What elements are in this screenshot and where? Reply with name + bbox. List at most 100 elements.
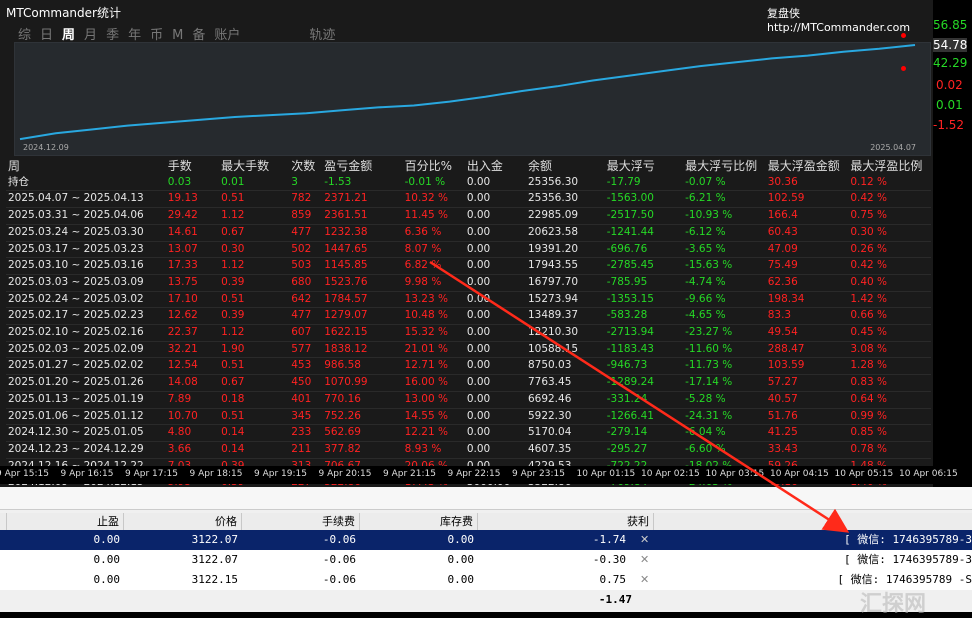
- stats-cell: 0.14: [219, 441, 290, 459]
- col-swap[interactable]: 库存费: [360, 513, 478, 530]
- time-tick: 10 Apr 04:15: [770, 469, 829, 479]
- stats-header[interactable]: 周: [6, 159, 166, 175]
- stats-header[interactable]: 百分比%: [403, 159, 465, 175]
- week-row[interactable]: 2025.02.03 ~ 2025.02.09 32.21 1.90 577 1838.…: [6, 341, 931, 359]
- stats-cell: 持仓: [6, 174, 166, 192]
- stats-header[interactable]: 手数: [166, 159, 219, 175]
- stats-header[interactable]: 最大浮亏: [605, 159, 683, 175]
- close-position-icon[interactable]: ✕: [640, 553, 649, 566]
- stats-cell: 12.62: [165, 307, 220, 326]
- tab-2[interactable]: 周: [62, 24, 75, 43]
- stats-cell: -11.73 %: [683, 357, 766, 376]
- stats-cell: 0.00: [464, 174, 526, 192]
- tab-1[interactable]: 日: [40, 24, 53, 43]
- equity-line: [19, 44, 916, 141]
- stats-cell: 1784.57: [322, 291, 403, 309]
- stats-cell: 0.85 %: [848, 424, 931, 442]
- position-cell: 3122.15: [191, 573, 238, 586]
- week-row[interactable]: 2025.01.20 ~ 2025.01.26 14.08 0.67 450 1070.…: [6, 374, 931, 392]
- week-row[interactable]: 2025.04.07 ~ 2025.04.13 19.13 0.51 782 2371.…: [6, 190, 931, 209]
- position-cell: 3122.07: [191, 553, 238, 566]
- stats-cell: 57.27: [765, 374, 849, 392]
- stats-cell: -6.60 %: [683, 441, 766, 459]
- col-fee[interactable]: 手续费: [242, 513, 360, 530]
- stats-cell: -946.73: [604, 357, 684, 376]
- position-row[interactable]: 0.00 3122.15 -0.06 0.00 0.75 ✕ [ 微信: 174639578…: [0, 570, 972, 591]
- stats-cell: 680: [289, 274, 323, 292]
- stats-cell: 450: [289, 374, 323, 392]
- stats-cell: 29.42: [165, 207, 220, 225]
- time-tick: 9 Apr 19:15: [254, 469, 307, 479]
- time-tick: 9 Apr 23:15: [512, 469, 565, 479]
- tab-8[interactable]: 备: [192, 24, 205, 43]
- tab-5[interactable]: 年: [128, 24, 141, 43]
- position-row[interactable]: 0.00 3122.07 -0.06 0.00 -0.30 ✕ [ 微信: 17463957…: [0, 550, 972, 571]
- stats-cell: -4.74 %: [683, 274, 766, 292]
- comment-cell: [ 微信: 1746395789-3: [844, 533, 972, 546]
- stats-header[interactable]: 出入金: [465, 159, 526, 175]
- col-profit[interactable]: 获利: [478, 513, 654, 530]
- stats-header[interactable]: 最大浮盈金额: [766, 159, 849, 175]
- week-row[interactable]: 2025.01.06 ~ 2025.01.12 10.70 0.51 345 752.2…: [6, 408, 931, 426]
- stats-cell: 6.82 %: [402, 257, 465, 275]
- stats-cell: -5.28 %: [683, 391, 766, 409]
- tab-6[interactable]: 币: [150, 24, 163, 43]
- tab-0[interactable]: 综: [18, 24, 31, 43]
- week-row[interactable]: 2025.01.13 ~ 2025.01.19 7.89 0.18 401 770.16…: [6, 391, 931, 409]
- comment-cell: [ 微信: 1746395789 -S: [837, 573, 972, 586]
- week-row[interactable]: 2025.03.31 ~ 2025.04.06 29.42 1.12 859 2361.…: [6, 207, 931, 225]
- holding-row[interactable]: 持仓 0.03 0.01 3 -1.53 -0.01 % 0.00 25356.30 -17.7…: [6, 174, 931, 192]
- tab-4[interactable]: 季: [106, 24, 119, 43]
- week-row[interactable]: 2025.03.03 ~ 2025.03.09 13.75 0.39 680 1523.…: [6, 274, 931, 292]
- tab-10[interactable]: 轨迹: [309, 24, 335, 43]
- position-cell: 0.75: [599, 573, 627, 586]
- stats-header[interactable]: 盈亏金额: [322, 159, 402, 175]
- week-row[interactable]: 2025.01.27 ~ 2025.02.02 12.54 0.51 453 986.5…: [6, 357, 931, 376]
- stats-cell: -6.12 %: [683, 224, 766, 242]
- stats-cell: 0.00: [464, 408, 526, 426]
- stats-cell: 0.99 %: [848, 408, 931, 426]
- close-position-icon[interactable]: ✕: [640, 533, 649, 546]
- stats-cell: 0.67: [219, 374, 290, 392]
- stats-header[interactable]: 最大浮亏比例: [683, 159, 766, 175]
- stats-cell: 1447.65: [322, 241, 403, 259]
- stats-cell: 345: [289, 408, 323, 426]
- price-label: 0.01: [936, 98, 963, 112]
- week-row[interactable]: 2025.02.17 ~ 2025.02.23 12.62 0.39 477 1279.…: [6, 307, 931, 326]
- stats-cell: -1289.24: [604, 374, 684, 392]
- week-row[interactable]: 2025.03.17 ~ 2025.03.23 13.07 0.30 502 1447.…: [6, 241, 931, 259]
- stats-cell: 103.59: [765, 357, 849, 376]
- tab-3[interactable]: 月: [84, 24, 97, 43]
- col-price[interactable]: 价格: [124, 513, 242, 530]
- stats-header[interactable]: 最大手数: [219, 159, 289, 175]
- week-row[interactable]: 2025.03.10 ~ 2025.03.16 17.33 1.12 503 1145.…: [6, 257, 931, 275]
- week-row[interactable]: 2025.02.10 ~ 2025.02.16 22.37 1.12 607 1622.…: [6, 324, 931, 342]
- week-row[interactable]: 2024.12.30 ~ 2025.01.05 4.80 0.14 233 562.69…: [6, 424, 931, 442]
- stats-cell: 233: [289, 424, 323, 442]
- close-position-icon[interactable]: ✕: [640, 573, 649, 586]
- tab-9[interactable]: 账户: [214, 24, 240, 43]
- equity-mini-chart: 2024.12.09 2025.04.07: [14, 42, 931, 156]
- position-row[interactable]: 0.00 3122.07 -0.06 0.00 -1.74 ✕ [ 微信: 17463957…: [0, 530, 972, 551]
- stats-header[interactable]: 余额: [526, 159, 605, 175]
- stats-cell: 0.26 %: [848, 241, 931, 259]
- stats-cell: 14.61: [165, 224, 220, 242]
- brand-link[interactable]: 复盘侠 http://MTCommander.com: [767, 5, 933, 34]
- tab-7[interactable]: M: [172, 28, 183, 43]
- chart-start-date: 2024.12.09: [23, 143, 69, 152]
- stats-header[interactable]: 次数: [289, 159, 322, 175]
- col-tp[interactable]: 止盈: [6, 513, 124, 530]
- stats-cell: 41.25: [765, 424, 849, 442]
- stats-cell: 1.90: [219, 341, 290, 359]
- stats-cell: 19.13: [165, 190, 220, 209]
- stats-cell: 13.00 %: [402, 391, 465, 409]
- stats-header[interactable]: 最大浮盈比例: [848, 159, 931, 175]
- stats-cell: 20623.58: [525, 224, 605, 242]
- stats-cell: 577: [289, 341, 323, 359]
- total-profit: -1.47: [598, 593, 632, 606]
- week-row[interactable]: 2024.12.23 ~ 2024.12.29 3.66 0.14 211 377.82…: [6, 441, 931, 459]
- week-row[interactable]: 2025.02.24 ~ 2025.03.02 17.10 0.51 642 1784.…: [6, 291, 931, 309]
- marker-dot: [901, 33, 906, 38]
- stats-cell: 3.08 %: [848, 341, 931, 359]
- week-row[interactable]: 2025.03.24 ~ 2025.03.30 14.61 0.67 477 1232.…: [6, 224, 931, 242]
